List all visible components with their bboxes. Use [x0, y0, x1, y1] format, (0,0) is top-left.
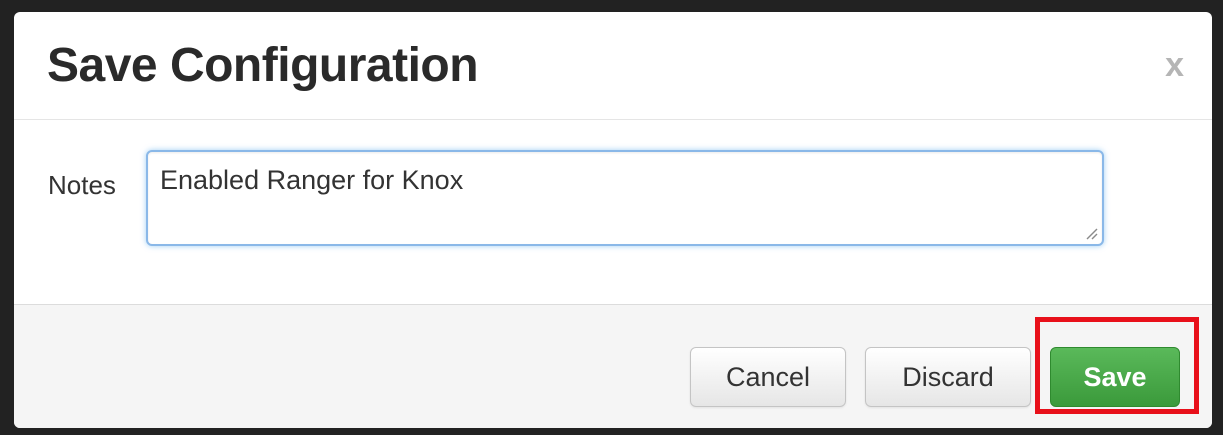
dialog-footer: Cancel Discard Save: [14, 304, 1212, 428]
resize-grip-icon[interactable]: [1084, 226, 1098, 240]
notes-label: Notes: [48, 170, 116, 200]
discard-button[interactable]: Discard: [865, 347, 1031, 407]
dialog-title: Save Configuration: [47, 39, 479, 92]
close-icon[interactable]: x: [1165, 48, 1184, 82]
cancel-button[interactable]: Cancel: [690, 347, 846, 407]
dialog-body: Notes Enabled Ranger for Knox: [14, 120, 1212, 304]
dialog-header: Save Configuration x: [14, 12, 1212, 120]
save-button[interactable]: Save: [1050, 347, 1180, 407]
notes-textarea[interactable]: Enabled Ranger for Knox: [146, 150, 1104, 246]
notes-text: Enabled Ranger for Knox: [160, 165, 464, 195]
save-configuration-dialog: Save Configuration x Notes Enabled Range…: [14, 12, 1212, 428]
